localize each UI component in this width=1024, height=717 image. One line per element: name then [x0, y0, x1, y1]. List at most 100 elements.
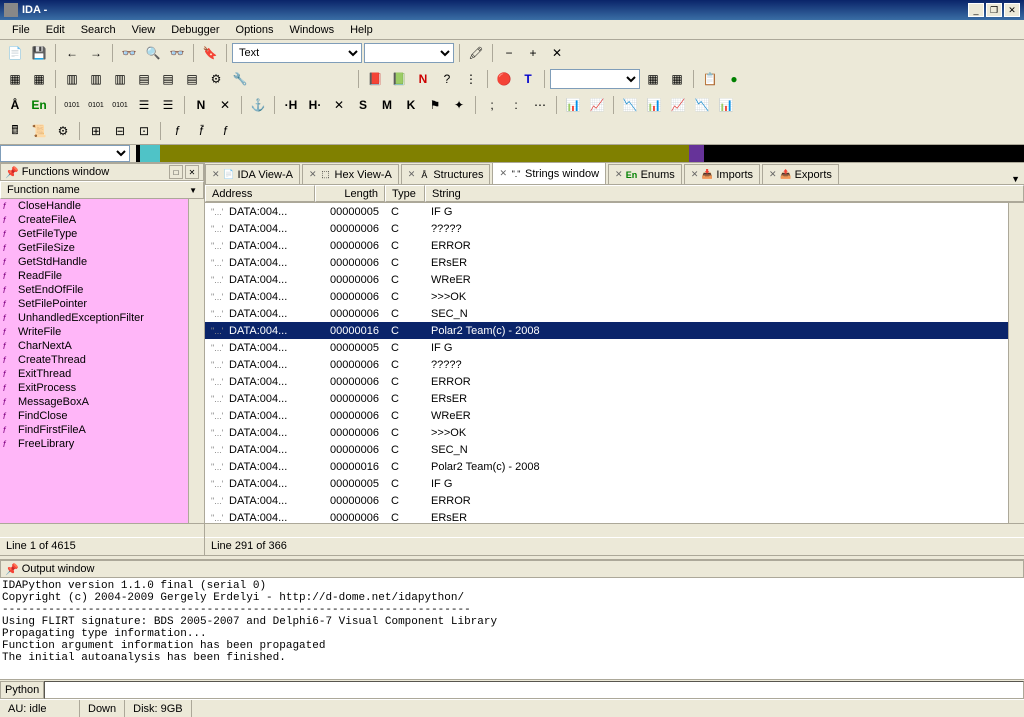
col-address[interactable]: Address [205, 185, 315, 202]
string-row[interactable]: "..."DATA:004...00000006C>>>OK [205, 288, 1008, 305]
tb3-2[interactable]: 📗 [388, 68, 410, 90]
colon-button[interactable]: : [505, 94, 527, 116]
flag-button[interactable]: ⚑ [424, 94, 446, 116]
forward-button[interactable]: → [85, 42, 107, 64]
s-button[interactable]: S [352, 94, 374, 116]
win-2[interactable]: ⊟ [109, 120, 131, 142]
tb2-8[interactable]: ▤ [181, 68, 203, 90]
gear-button[interactable]: ⚙ [52, 120, 74, 142]
nav-segment-black[interactable] [704, 145, 1024, 162]
menu-options[interactable]: Options [228, 22, 282, 38]
tb2-6[interactable]: ▤ [133, 68, 155, 90]
search-value-combo[interactable] [364, 43, 454, 63]
function-item[interactable]: WriteFile [0, 325, 188, 339]
tab-structures[interactable]: ✕ÅStructures [401, 164, 491, 184]
function-item[interactable]: CloseHandle [0, 199, 188, 213]
minimize-button[interactable]: _ [968, 3, 984, 17]
graph-1[interactable]: 📊 [562, 94, 584, 116]
anchor-button[interactable]: ⚓ [247, 94, 269, 116]
h-button[interactable]: ·H [280, 94, 302, 116]
tb2-3[interactable]: ▥ [61, 68, 83, 90]
string-row[interactable]: "..."DATA:004...00000006C????? [205, 356, 1008, 373]
search-button[interactable]: 🔍 [142, 42, 164, 64]
tb2-7[interactable]: ▤ [157, 68, 179, 90]
string-row[interactable]: "..."DATA:004...00000016CPolar2 Team(c) … [205, 322, 1008, 339]
k-button[interactable]: K [400, 94, 422, 116]
col-length[interactable]: Length [315, 185, 385, 202]
a-button[interactable]: Å [4, 94, 26, 116]
close-button[interactable]: ✕ [1004, 3, 1020, 17]
h2-button[interactable]: H· [304, 94, 326, 116]
function-item[interactable]: ReadFile [0, 269, 188, 283]
tb2-9[interactable]: ⚙ [205, 68, 227, 90]
data-4[interactable]: ☰ [133, 94, 155, 116]
column-header-function-name[interactable]: Function name▼ [0, 181, 204, 199]
minus-button[interactable]: − [498, 42, 520, 64]
tb2-5[interactable]: ▥ [109, 68, 131, 90]
menu-help[interactable]: Help [342, 22, 381, 38]
tab-exports[interactable]: ✕📤Exports [762, 164, 839, 184]
menu-search[interactable]: Search [73, 22, 124, 38]
tab-imports[interactable]: ✕📥Imports [684, 164, 760, 184]
tab-close-icon[interactable]: ✕ [408, 169, 416, 180]
panel-restore-button[interactable]: □ [169, 165, 183, 179]
data-3[interactable]: 0101 [109, 94, 131, 116]
tb3-10[interactable]: 📋 [699, 68, 721, 90]
function-item[interactable]: ExitThread [0, 367, 188, 381]
save-button[interactable]: 💾 [28, 42, 50, 64]
string-row[interactable]: "..."DATA:004...00000005CIF G [205, 339, 1008, 356]
data-1[interactable]: 0101 [61, 94, 83, 116]
menu-debugger[interactable]: Debugger [163, 22, 227, 38]
col-string[interactable]: String [425, 185, 1024, 202]
tab-close-icon[interactable]: ✕ [309, 169, 317, 180]
strings-scrollbar-h[interactable] [205, 523, 1024, 537]
nav-segment-teal[interactable] [140, 145, 160, 162]
chart-4[interactable]: 📉 [691, 94, 713, 116]
tab-ida-view-a[interactable]: ✕📄IDA View-A [205, 164, 300, 184]
function-item[interactable]: ExitProcess [0, 381, 188, 395]
menu-file[interactable]: File [4, 22, 38, 38]
highlight-button[interactable]: 🖍 [465, 42, 487, 64]
string-row[interactable]: "..."DATA:004...00000006CWReER [205, 271, 1008, 288]
tb3-n[interactable]: N [412, 68, 434, 90]
tab-close-icon[interactable]: ✕ [499, 168, 507, 179]
scrollbar-vertical[interactable] [188, 199, 204, 523]
string-row[interactable]: "..."DATA:004...00000006CSEC_N [205, 441, 1008, 458]
data-5[interactable]: ☰ [157, 94, 179, 116]
tab-strings-window[interactable]: ✕"."Strings window [492, 163, 606, 184]
function-item[interactable]: UnhandledExceptionFilter [0, 311, 188, 325]
function-item[interactable]: MessageBoxA [0, 395, 188, 409]
semi-button[interactable]: ; [481, 94, 503, 116]
data-2[interactable]: 0101 [85, 94, 107, 116]
en-button[interactable]: En [28, 94, 50, 116]
back-button[interactable]: ← [61, 42, 83, 64]
tb3-9[interactable]: ▦ [666, 68, 688, 90]
fn-3[interactable]: f [214, 120, 236, 142]
calc-button[interactable]: 🖩 [4, 120, 26, 142]
new-button[interactable]: 📄 [4, 42, 26, 64]
string-row[interactable]: "..."DATA:004...00000005CIF G [205, 203, 1008, 220]
maximize-button[interactable]: ❐ [986, 3, 1002, 17]
function-item[interactable]: CharNextA [0, 339, 188, 353]
plus-button[interactable]: + [522, 42, 544, 64]
output-pin-icon[interactable]: 📌 [5, 563, 19, 576]
chart-1[interactable]: 📉 [619, 94, 641, 116]
function-item[interactable]: FindClose [0, 409, 188, 423]
string-row[interactable]: "..."DATA:004...00000006CERROR [205, 492, 1008, 509]
script-button[interactable]: 📜 [28, 120, 50, 142]
star-button[interactable]: ✦ [448, 94, 470, 116]
search-type-combo[interactable]: Text [232, 43, 362, 63]
function-item[interactable]: SetFilePointer [0, 297, 188, 311]
n-button[interactable]: N [190, 94, 212, 116]
tb3-4[interactable]: ? [436, 68, 458, 90]
tb3-6[interactable]: 🔴 [493, 68, 515, 90]
function-list[interactable]: CloseHandleCreateFileAGetFileTypeGetFile… [0, 199, 188, 523]
pin-icon[interactable]: 📌 [5, 166, 19, 179]
tb3-1[interactable]: 📕 [364, 68, 386, 90]
tb2-1[interactable]: ▦ [4, 68, 26, 90]
tb2-10[interactable]: 🔧 [229, 68, 251, 90]
string-row[interactable]: "..."DATA:004...00000006C????? [205, 220, 1008, 237]
tab-close-icon[interactable]: ✕ [615, 169, 623, 180]
nav-segment-olive[interactable] [160, 145, 689, 162]
tab-close-icon[interactable]: ✕ [769, 169, 777, 180]
